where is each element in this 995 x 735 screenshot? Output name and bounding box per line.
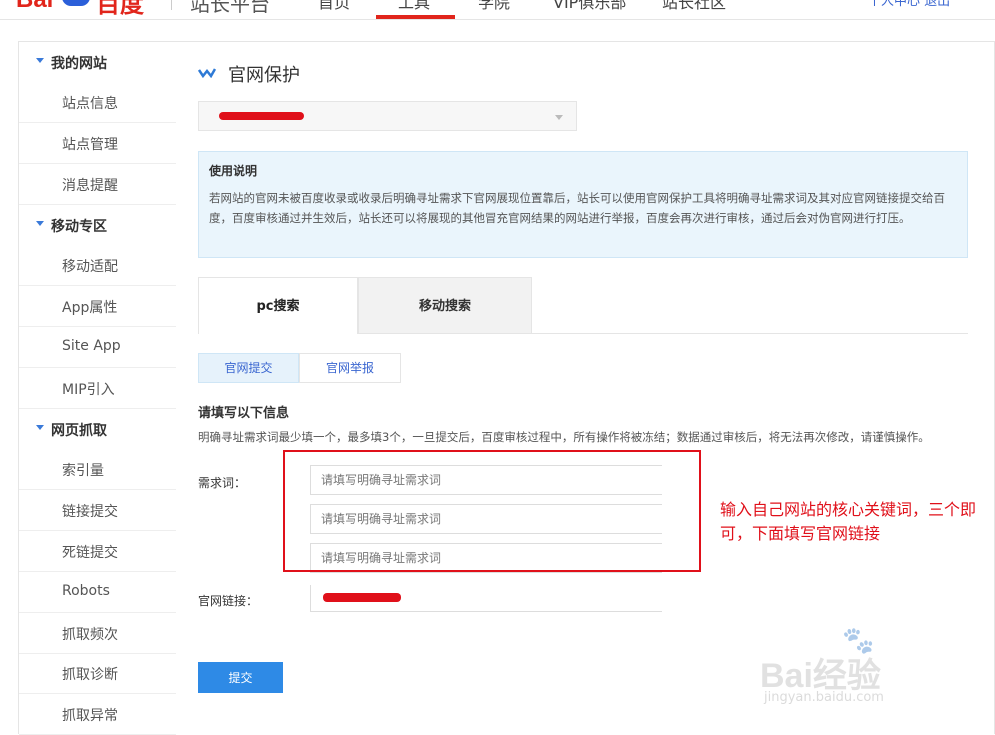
nav-academy[interactable]: 学院 xyxy=(478,0,510,13)
sidebar-item-site-app[interactable]: Site App xyxy=(19,327,176,368)
top-navigation-bar: Bai 百度 站长平台 首页 工具 学院 VIP俱乐部 站长社区 个人中心 退出 xyxy=(0,0,995,20)
sidebar-item-label: 链接提交 xyxy=(62,504,118,520)
sidebar-item-site-manage[interactable]: 站点管理 xyxy=(19,123,176,164)
sidebar-section-crawl[interactable]: 网页抓取 xyxy=(19,409,176,449)
official-link-input[interactable] xyxy=(310,585,662,612)
official-link-label: 官网链接： xyxy=(198,594,259,608)
instructions-body: 若网站的官网未被百度收录或收录后明确寻址需求下官网展现位置靠后，站长可以使用官网… xyxy=(209,191,945,225)
sidebar-item-label: Site App xyxy=(62,338,121,354)
sidebar-item-label: 死链提交 xyxy=(62,545,118,561)
sidebar-item-crawl-freq[interactable]: 抓取频次 xyxy=(19,613,176,654)
logo-divider xyxy=(171,0,172,10)
sidebar-item-label: 站点信息 xyxy=(62,96,118,112)
page-title: 官网保护 xyxy=(228,65,300,86)
sidebar-item-link-submit[interactable]: 链接提交 xyxy=(19,490,176,531)
sidebar-item-label: App属性 xyxy=(62,300,118,316)
redacted-site-mark xyxy=(219,112,304,120)
keyword-label: 需求词： xyxy=(198,476,247,490)
logo-paw-mark xyxy=(62,0,90,6)
subtab-official-submit[interactable]: 官网提交 xyxy=(198,353,299,383)
sidebar-item-label: 站点管理 xyxy=(62,137,118,153)
logo-cn-text: 百度 xyxy=(96,0,144,18)
sidebar-item-label: 抓取频次 xyxy=(62,627,118,643)
nav-home[interactable]: 首页 xyxy=(318,0,350,13)
sidebar-item-mip[interactable]: MIP引入 xyxy=(19,368,176,409)
caret-down-icon xyxy=(36,58,44,63)
instructions-title: 使用说明 xyxy=(209,164,258,178)
sidebar-item-label: MIP引入 xyxy=(62,382,115,398)
logo-bai-text: Bai xyxy=(16,0,53,14)
sidebar-section-label: 网页抓取 xyxy=(51,423,107,439)
usage-instructions-panel: 使用说明 若网站的官网未被百度收录或收录后明确寻址需求下官网展现位置靠后，站长可… xyxy=(198,151,968,258)
check-mark-icon xyxy=(198,68,216,78)
form-title: 请填写以下信息 xyxy=(198,406,290,421)
annotation-highlight-box xyxy=(283,450,701,572)
sidebar-item-deadlink[interactable]: 死链提交 xyxy=(19,531,176,572)
caret-down-icon xyxy=(36,221,44,226)
nav-vip-club[interactable]: VIP俱乐部 xyxy=(553,0,626,13)
platform-title: 站长平台 xyxy=(190,0,270,16)
redacted-link-mark xyxy=(323,593,401,602)
sidebar-item-crawl-error[interactable]: 抓取异常 xyxy=(19,694,176,735)
sidebar-section-mobile[interactable]: 移动专区 xyxy=(19,205,176,245)
sidebar-item-messages[interactable]: 消息提醒 xyxy=(19,164,176,205)
nav-community[interactable]: 站长社区 xyxy=(662,0,726,13)
nav-tools[interactable]: 工具 xyxy=(398,0,430,13)
user-links[interactable]: 个人中心 退出 xyxy=(868,0,950,9)
sidebar-item-label: 抓取异常 xyxy=(62,708,118,724)
sidebar-item-label: Robots xyxy=(62,583,110,599)
tab-pc-search[interactable]: pc搜索 xyxy=(198,277,358,334)
site-select-dropdown[interactable] xyxy=(198,101,577,131)
sidebar-item-label: 消息提醒 xyxy=(62,178,118,194)
sidebar-item-label: 移动适配 xyxy=(62,259,118,275)
sidebar-item-mobile-adapt[interactable]: 移动适配 xyxy=(19,245,176,286)
chevron-down-icon xyxy=(555,115,563,120)
baidu-jingyan-watermark: 🐾 Bai经验 jingyan.baidu.com xyxy=(760,626,960,716)
sidebar-item-index[interactable]: 索引量 xyxy=(19,449,176,490)
sidebar-item-site-info[interactable]: 站点信息 xyxy=(19,82,176,123)
tab-mobile-search[interactable]: 移动搜索 xyxy=(358,277,532,334)
sidebar-item-label: 索引量 xyxy=(62,463,104,479)
sidebar-section-label: 移动专区 xyxy=(51,219,107,235)
sidebar-section-my-sites[interactable]: 我的网站 xyxy=(19,42,176,82)
watermark-url: jingyan.baidu.com xyxy=(764,690,884,705)
annotation-text: 输入自己网站的核心关键词，三个即可，下面填写官网链接 xyxy=(720,500,977,543)
form-note: 明确寻址需求词最少填一个，最多填3个，一旦提交后，百度审核过程中，所有操作将被冻… xyxy=(198,430,930,444)
sidebar-item-label: 抓取诊断 xyxy=(62,667,118,683)
sidebar-item-app-props[interactable]: App属性 xyxy=(19,286,176,327)
sidebar-item-crawl-diag[interactable]: 抓取诊断 xyxy=(19,653,176,694)
submit-button[interactable]: 提交 xyxy=(198,662,283,693)
nav-active-indicator xyxy=(376,15,455,19)
subtab-official-report[interactable]: 官网举报 xyxy=(299,353,401,383)
sidebar-item-robots[interactable]: Robots xyxy=(19,572,176,613)
baidu-logo[interactable]: Bai 百度 xyxy=(0,0,165,18)
sidebar-section-label: 我的网站 xyxy=(51,56,107,72)
caret-down-icon xyxy=(36,425,44,430)
